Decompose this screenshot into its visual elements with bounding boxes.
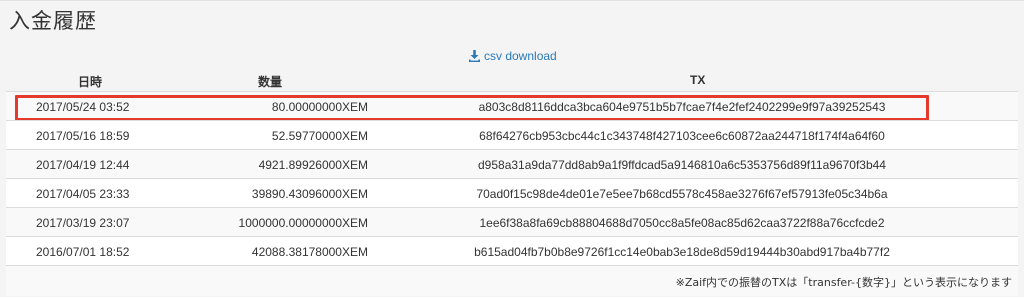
row-tx: 70ad0f15c98de4de01e7e5ee7b68cd5578c458ae… [476, 187, 888, 201]
csv-download-link[interactable]: csv download [469, 49, 557, 63]
column-header-date: 日時 [78, 75, 103, 89]
row-tx: a803c8d8116ddca3bca604e9751b5b7fcae7f4e2… [478, 100, 886, 114]
row-amount: 42088.38178000XEM [251, 245, 368, 259]
row-date: 2017/03/19 23:07 [36, 216, 130, 230]
row-date: 2016/07/01 18:52 [36, 245, 130, 259]
table-row: 2016/07/01 18:52 42088.38178000XEM b615a… [6, 236, 1018, 265]
row-amount: 39890.43096000XEM [251, 187, 368, 201]
row-tx: d958a31a9da77dd8ab9a1f9ffdcad5a9146810a6… [478, 158, 886, 172]
page-title: 入金履歴 [9, 9, 97, 33]
row-date: 2017/04/05 23:33 [36, 187, 130, 201]
table-row: 2017/04/19 12:44 4921.89926000XEM d958a3… [6, 149, 1018, 178]
column-header-tx: TX [690, 73, 706, 87]
row-tx: 1ee6f38a8fa69cb88804688d7050cc8a5fe08ac8… [479, 216, 885, 230]
table-row: 2017/03/19 23:07 1000000.00000000XEM 1ee… [6, 207, 1018, 236]
table-header: 日時 数量 TX [6, 69, 1018, 91]
row-date: 2017/05/16 18:59 [36, 129, 130, 143]
row-amount: 52.59770000XEM [271, 129, 368, 143]
download-icon [469, 50, 480, 62]
table-row: 2017/04/05 23:33 39890.43096000XEM 70ad0… [6, 178, 1018, 207]
row-amount: 80.00000000XEM [271, 100, 368, 114]
column-header-amount: 数量 [258, 75, 283, 89]
row-amount: 1000000.00000000XEM [238, 216, 368, 230]
deposit-history-page: 入金履歴 csv download 日時 数量 TX 2017/05/24 03… [0, 0, 1024, 297]
table-footer: ※Zaif内での振替のTXは「transfer-{数字}」という表示になります [6, 265, 1018, 296]
transfer-note: ※Zaif内での振替のTXは「transfer-{数字}」という表示になります [675, 276, 1012, 289]
csv-download-label: csv download [484, 49, 557, 63]
table-row: 2017/05/16 18:59 52.59770000XEM 68f64276… [6, 120, 1018, 149]
row-date: 2017/04/19 12:44 [36, 158, 130, 172]
deposit-table-body: 2017/05/24 03:52 80.00000000XEM a803c8d8… [6, 91, 1018, 296]
row-amount: 4921.89926000XEM [258, 158, 368, 172]
row-tx: b615ad04fb7b0b8e9726f1cc14e0bab3e18de8d5… [474, 245, 890, 259]
row-date: 2017/05/24 03:52 [36, 100, 130, 114]
table-row: 2017/05/24 03:52 80.00000000XEM a803c8d8… [6, 91, 1018, 121]
row-tx: 68f64276cb953cbc44c1c343748f427103cee6c6… [479, 129, 885, 143]
